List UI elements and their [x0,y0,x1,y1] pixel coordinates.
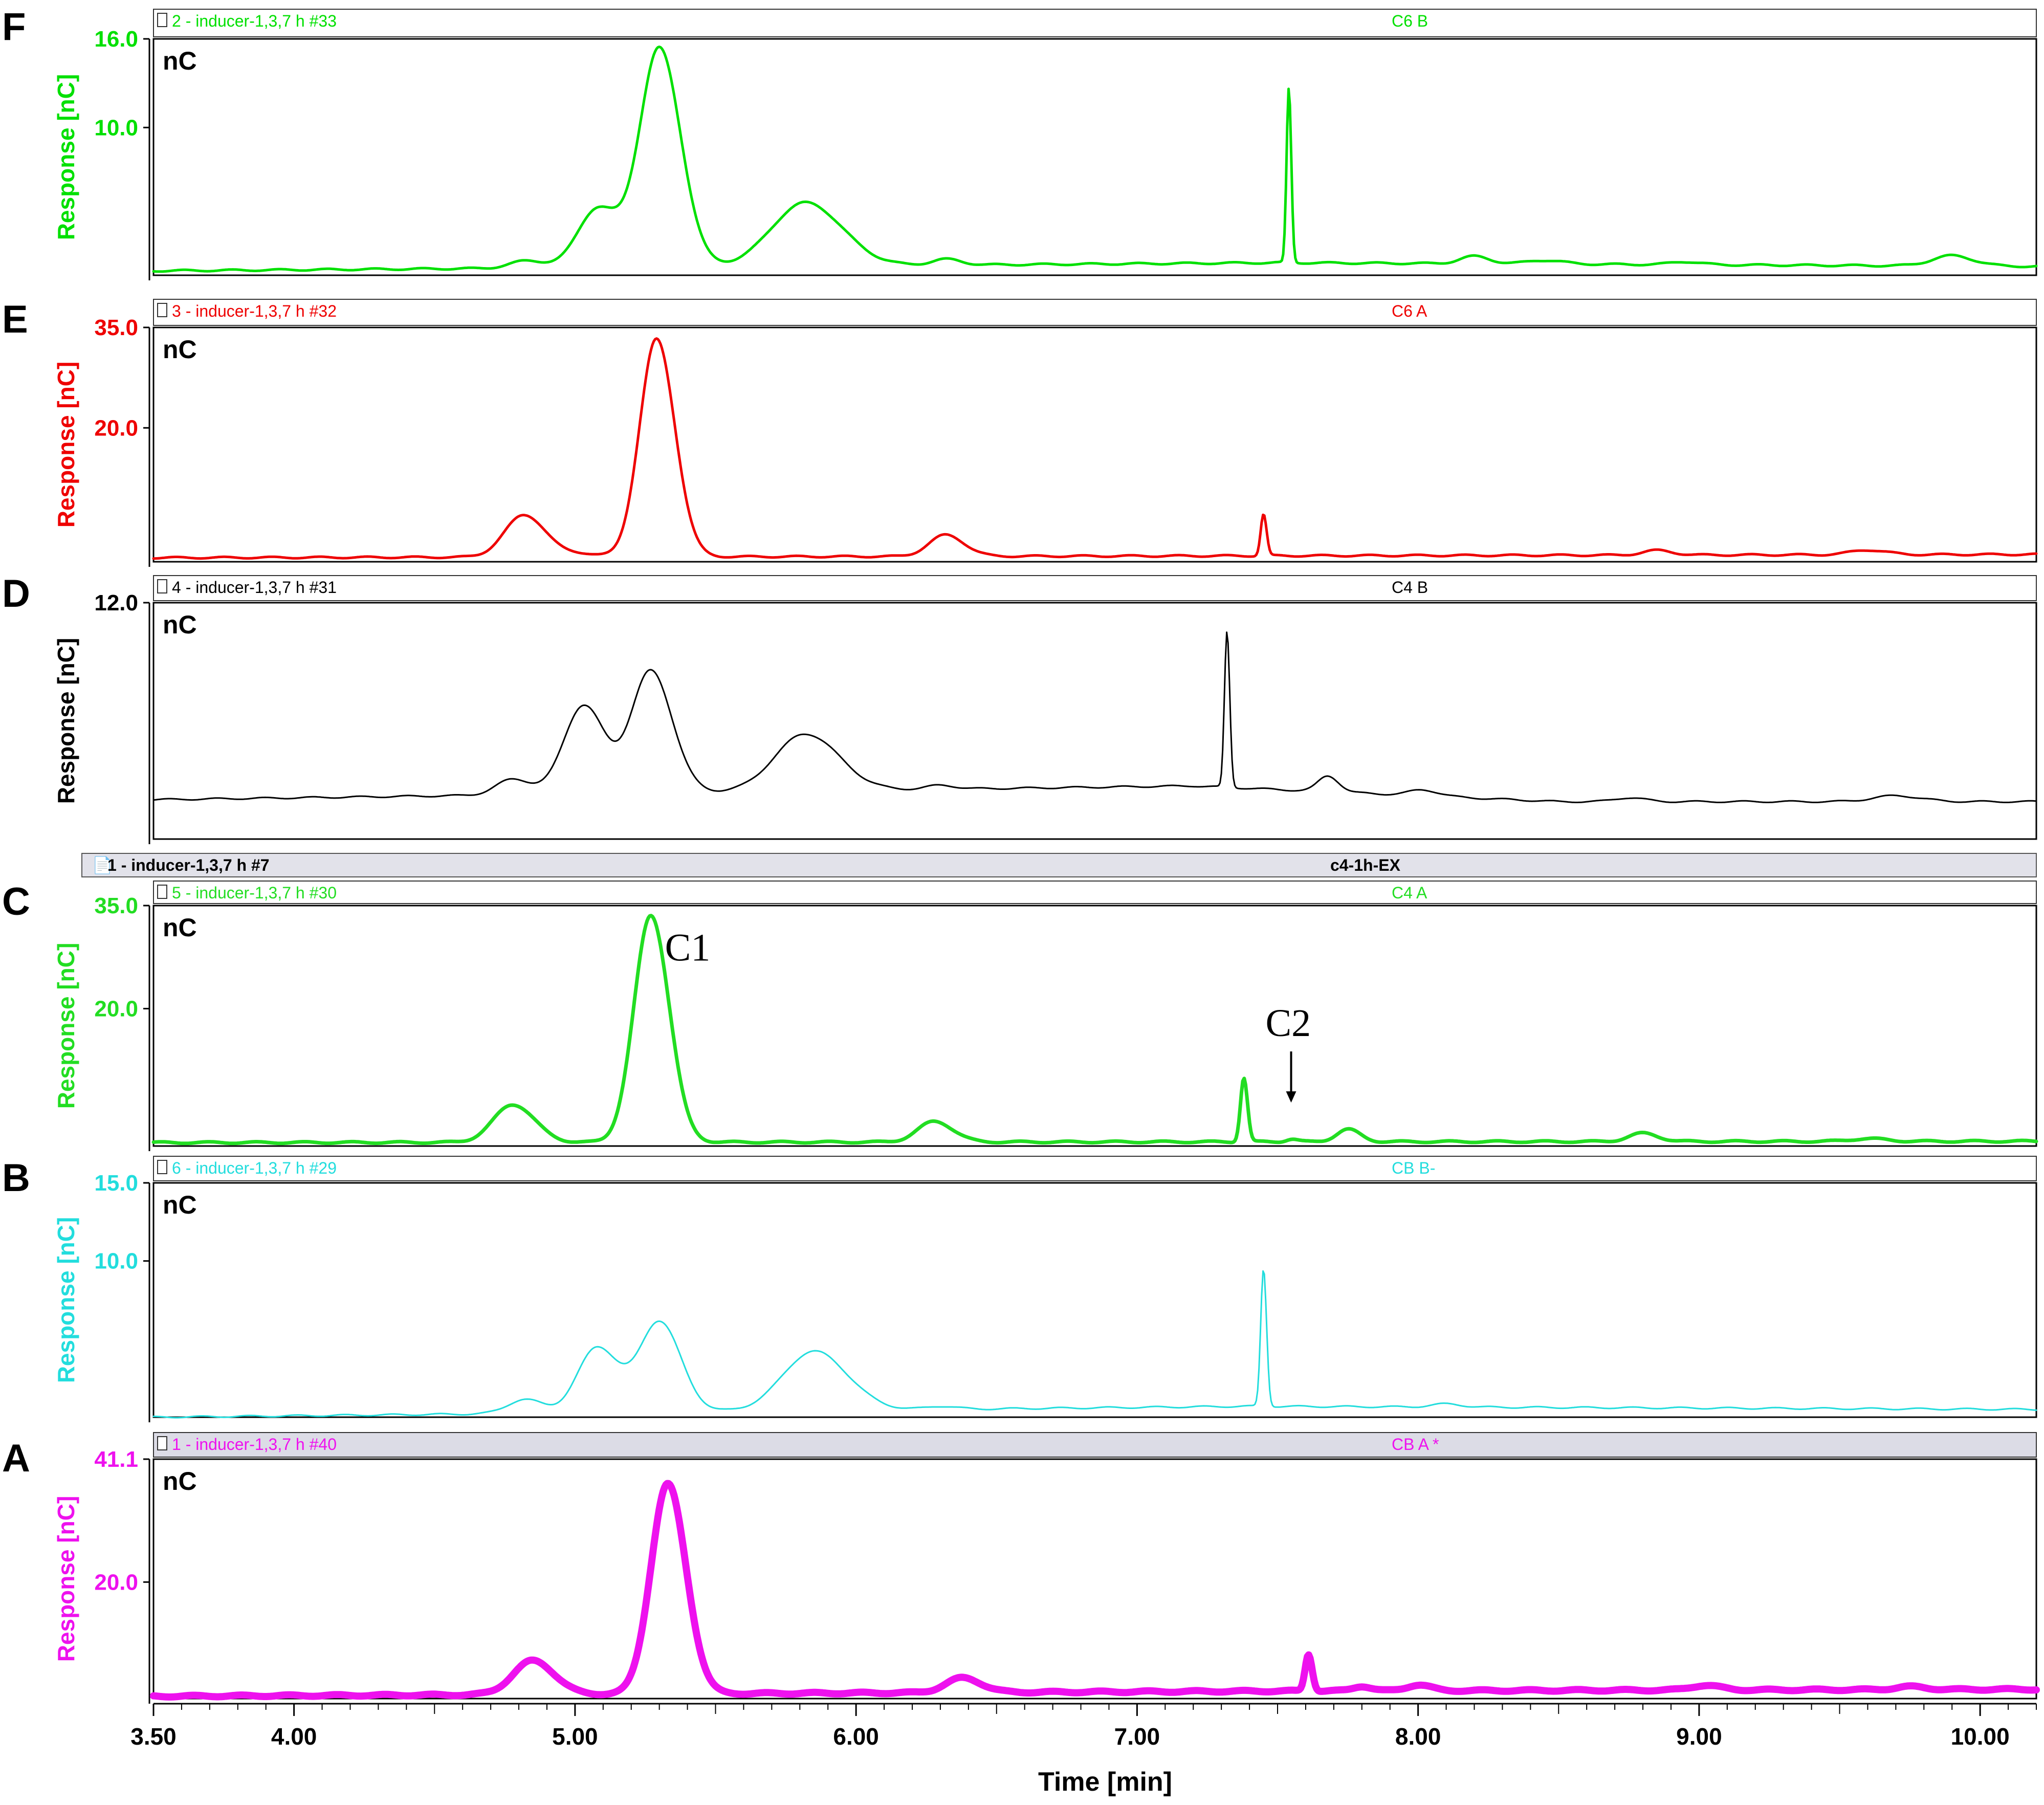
trace-line-f [152,46,2038,273]
plot-frame [152,38,2037,276]
y-axis-label: Response [nC] [53,1496,79,1662]
panel-header-right: C6 A [1392,302,1427,320]
document-icon [157,13,167,27]
x-axis: 3.50 4.00 5.00 6.00 7.00 8.00 9.00 10.00 Time [m… [130,1703,2037,1797]
panel-f: F 2 - inducer-1,3,7 h #33 C6 B 10.0 16.0 nC Re… [2,5,2038,280]
panel-header-bg [153,1432,2037,1458]
trace-line-d [152,631,2037,803]
panel-header-right: CB A * [1392,1435,1439,1454]
panel-header-left: 2 - inducer-1,3,7 h #33 [172,12,337,30]
annotation-label: C2 [1265,1002,1311,1045]
x-tick-label: 10.00 [1951,1723,2010,1750]
panel-letter-e: E [2,298,28,341]
plot-frame [152,1182,2037,1418]
document-icon [157,885,167,899]
y-tick-label: 10.0 [94,115,138,140]
document-icon [157,1436,167,1450]
unit-label: nC [163,913,197,942]
y-tick-label: 10.0 [94,1249,138,1274]
panel-letter-d: D [2,572,30,615]
annotation-label: C1 [665,926,711,969]
y-axis-label: Response [nC] [53,1217,79,1383]
panel-header-right: CB B- [1392,1159,1435,1177]
y-tick-label: 15.0 [94,1171,138,1196]
x-tick-label: 3.50 [130,1723,177,1750]
document-icon [157,1160,167,1174]
trace-line-a [150,1480,2040,1701]
plot-frame [152,1458,2037,1700]
y-axis-label: Response [nC] [53,943,79,1109]
panel-header-bg [153,575,2037,601]
panel-c: C 5 - inducer-1,3,7 h #30 C4 A 20.0 35.0 nC Re… [2,880,2038,1151]
unit-label: nC [163,335,197,364]
x-tick-label: 6.00 [833,1723,879,1750]
annotation-c2: C2 [1265,1002,1311,1103]
plot-frame [152,326,2037,563]
panel-e: E 3 - inducer-1,3,7 h #32 C6 A 20.0 35.0 nC Re… [2,298,2038,567]
plot-frame [152,602,2037,840]
figure-svg: 📄1 - inducer-1,3,7 h #7 c4-1h-EXF 2 - indu… [2,5,2040,1797]
x-tick-label: 5.00 [552,1723,598,1750]
x-tick-label: 9.00 [1676,1723,1722,1750]
panel-header-bg [153,881,2037,904]
y-tick-label: 12.0 [94,590,138,615]
x-tick-label: 4.00 [271,1723,317,1750]
shared-header-bg [81,853,2037,877]
y-axis-label: Response [nC] [53,74,79,240]
panel-header-bg [153,299,2037,326]
panel-letter-a: A [2,1437,30,1480]
shared-header-left: 1 - inducer-1,3,7 h #7 [107,856,270,874]
panel-header-left: 6 - inducer-1,3,7 h #29 [172,1159,337,1177]
panel-letter-b: B [2,1156,30,1200]
y-tick-label: 16.0 [94,27,138,52]
y-tick-label: 35.0 [94,315,138,340]
unit-label: nC [163,47,197,75]
panel-header-left: 3 - inducer-1,3,7 h #32 [172,302,337,320]
y-tick-label: 35.0 [94,893,138,918]
trace-line-b [152,1270,2037,1419]
y-axis-label: Response [nC] [53,638,79,804]
chromatogram-figure: 📄 1 - inducer-1,3,7 h #7 c4-1h-EX F 2 - indu… [0,0,2044,1805]
shared-header-bar: 📄1 - inducer-1,3,7 h #7 c4-1h-EX [81,853,2037,877]
panel-header-bg [153,1156,2037,1181]
unit-label: nC [163,1191,197,1219]
panel-header-right: C6 B [1392,12,1428,30]
y-axis-label: Response [nC] [53,362,79,528]
annotation-c1: C1 [665,926,711,969]
x-tick-label: 8.00 [1395,1723,1441,1750]
panel-b: B 6 - inducer-1,3,7 h #29 CB B- 10.0 15.0 nC R… [2,1156,2037,1422]
trace-line-c [151,914,2038,1146]
trace-line-e [152,337,2038,560]
panel-header-left: 1 - inducer-1,3,7 h #40 [172,1435,337,1454]
panel-header-left: 5 - inducer-1,3,7 h #30 [172,884,337,902]
y-tick-label: 20.0 [94,415,138,441]
panel-d: D 4 - inducer-1,3,7 h #31 C4 B 12.0 nC Respon… [2,572,2037,844]
x-tick-label: 7.00 [1114,1723,1160,1750]
panel-header-right: C4 A [1392,884,1427,902]
panel-letter-f: F [2,5,26,49]
panel-a: A 1 - inducer-1,3,7 h #40 CB A * 20.0 41.1 nC… [2,1432,2040,1704]
document-icon [157,579,167,593]
x-axis-title: Time [min] [1038,1767,1172,1797]
panel-letter-c: C [2,880,30,923]
panel-header-bg [153,9,2037,37]
document-icon [157,303,167,317]
panel-header-left: 4 - inducer-1,3,7 h #31 [172,578,337,597]
unit-label: nC [163,1467,197,1495]
panel-header-right: C4 B [1392,578,1428,597]
annotation-arrow-head [1286,1091,1296,1103]
plot-frame [152,905,2037,1147]
y-tick-label: 20.0 [94,996,138,1021]
y-tick-label: 20.0 [94,1570,138,1595]
unit-label: nC [163,610,197,639]
shared-header-right: c4-1h-EX [1330,856,1401,874]
y-tick-label: 41.1 [94,1447,138,1472]
